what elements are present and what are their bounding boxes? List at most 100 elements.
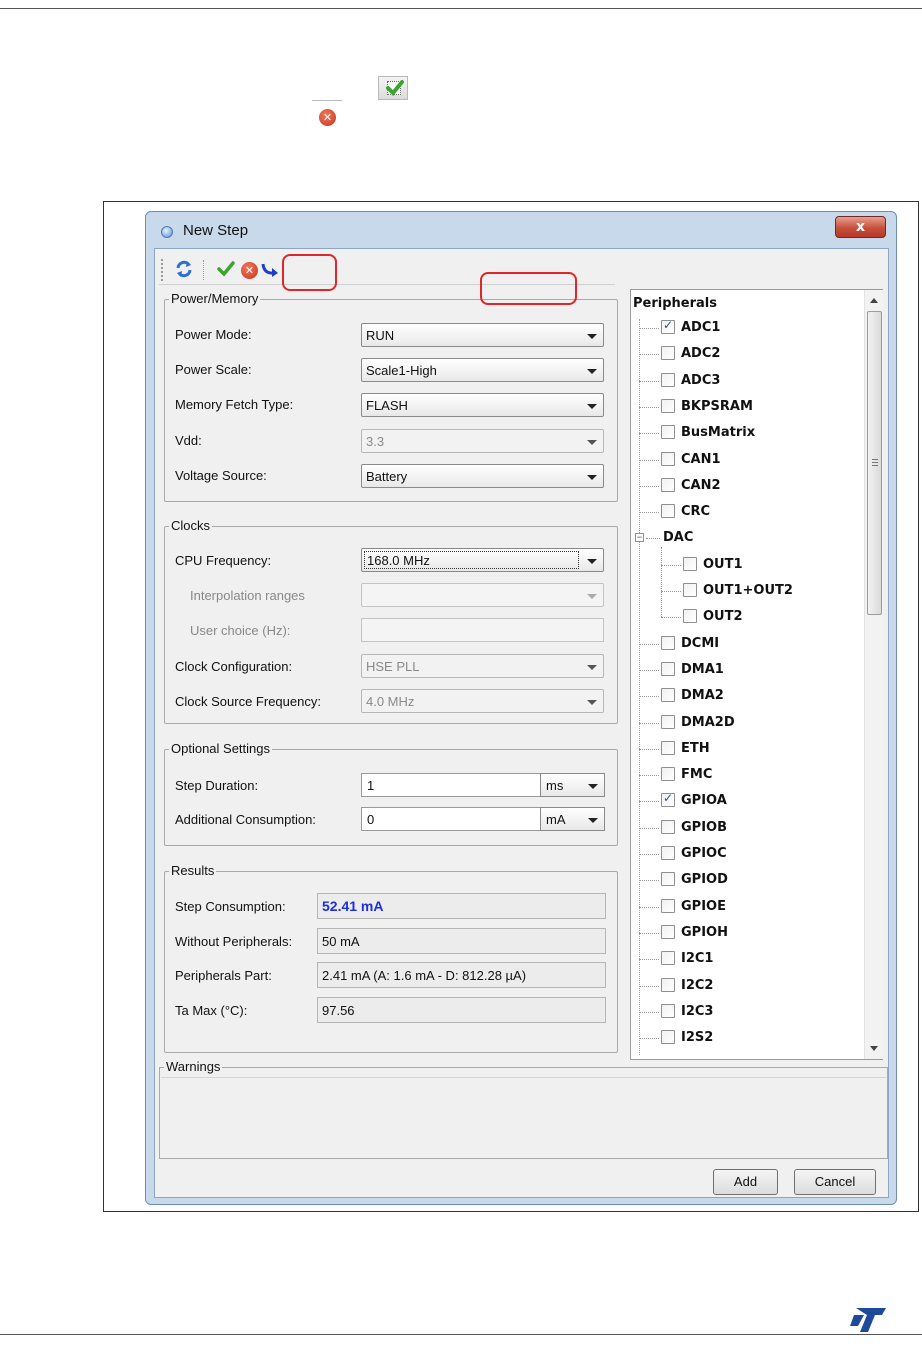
tree-item-i2c3[interactable]: I2C3 [639,1003,839,1021]
toolbar-grip[interactable] [161,259,164,281]
checkbox[interactable] [661,688,675,703]
tree-item-gpiob[interactable]: GPIOB [639,819,839,837]
vdd-select[interactable]: 3.3 [361,429,604,453]
tree-item-out1[interactable]: OUT1 [661,556,861,574]
tree-item-fmc[interactable]: FMC [639,766,839,784]
tree-item-bkpsram[interactable]: BKPSRAM [639,398,839,416]
interpolation-ranges-select[interactable] [361,583,604,607]
checkbox[interactable] [683,583,697,597]
tree-item-i2c2[interactable]: I2C2 [639,977,839,995]
chevron-down-icon [588,784,598,789]
tree-connector [639,485,659,487]
tree-item-dcmi[interactable]: DCMI [639,635,839,653]
check-icon[interactable] [215,259,237,281]
tree-item-busmatrix[interactable]: BusMatrix [639,424,839,442]
checkbox[interactable] [683,556,697,571]
tree-item-adc2[interactable]: ADC2 [639,345,839,363]
checkbox[interactable] [661,819,675,834]
power-mode-select[interactable]: RUN [361,323,604,347]
tree-item-gpiod[interactable]: GPIOD [639,871,839,889]
checkbox[interactable] [661,977,675,992]
user-choice-input[interactable] [361,618,604,642]
checkbox[interactable] [661,504,675,519]
checkbox[interactable] [661,898,675,913]
clock-config-label: Clock Configuration: [175,659,293,674]
tree-connector [639,932,659,934]
step-duration-unit-select[interactable]: ms [540,773,605,797]
checkbox[interactable] [661,661,675,676]
tree-item-adc3[interactable]: ADC3 [639,372,839,390]
tree-item-out2[interactable]: OUT2 [661,608,861,626]
tree-connector [639,354,659,356]
checkbox[interactable] [661,425,675,440]
checkbox[interactable] [661,1003,675,1018]
tree-item-gpioe[interactable]: GPIOE [639,898,839,916]
clock-source-select[interactable]: 4.0 MHz [361,689,604,713]
close-button[interactable]: x [835,216,886,238]
step-duration-input[interactable]: 1 [361,773,541,797]
tree-item-can1[interactable]: CAN1 [639,451,839,469]
tree-item-crc[interactable]: CRC [639,503,839,521]
checkbox[interactable] [661,372,675,387]
tree-item-dma2[interactable]: DMA2 [639,687,839,705]
checkbox[interactable] [661,635,675,650]
tree-item-label: FMC [681,767,713,783]
tree-item-dma2d[interactable]: DMA2D [639,714,839,732]
tree-item-can2[interactable]: CAN2 [639,477,839,495]
checkbox[interactable] [661,346,675,361]
add-button[interactable]: Add [713,1169,778,1195]
voltage-source-select[interactable]: Battery [361,464,604,488]
voltage-source-label: Voltage Source: [175,468,267,483]
checkbox[interactable]: ✓ [661,318,675,334]
tree-item-gpioa[interactable]: ✓ GPIOA [639,791,839,810]
cancel-button[interactable]: Cancel [794,1169,876,1195]
checkbox[interactable] [661,924,675,939]
checkbox[interactable] [661,398,675,413]
tree-item-label: DMA1 [681,661,724,677]
checkbox[interactable] [661,846,675,860]
checkbox[interactable] [661,872,675,887]
checkbox[interactable] [661,951,675,966]
chevron-down-icon [587,665,597,670]
additional-consumption-unit-select[interactable]: mA [540,807,605,831]
group-legend: Optional Settings [169,741,273,756]
tree-item-i2s2[interactable]: I2S2 [639,1029,839,1047]
checkbox[interactable] [683,609,697,624]
import-icon[interactable] [259,259,281,281]
checkbox[interactable] [661,477,675,492]
tree-item-dma1[interactable]: DMA1 [639,661,839,679]
chevron-down-icon [587,404,597,409]
clock-config-select[interactable]: HSE PLL [361,654,604,678]
chevron-down-icon [587,440,597,445]
tree-item-out1-out2[interactable]: OUT1+OUT2 [661,582,861,600]
tree-item-adc1[interactable]: ✓ ADC1 [639,318,839,337]
tree-connector [639,854,659,855]
refresh-icon[interactable] [173,259,195,281]
tree-connector [661,617,681,619]
scroll-down-icon[interactable] [870,1046,878,1051]
memory-fetch-select[interactable]: FLASH [361,393,604,417]
chevron-down-icon [587,559,597,564]
tree-item-i2c1[interactable]: I2C1 [639,950,839,968]
tree-item-gpioh[interactable]: GPIOH [639,924,839,942]
scroll-up-icon[interactable] [870,298,878,303]
interpolation-ranges-label: Interpolation ranges [190,588,305,603]
collapse-icon[interactable]: − [635,533,644,543]
checkbox[interactable]: ✓ [661,791,675,808]
checkbox[interactable] [661,1030,675,1045]
power-scale-select[interactable]: Scale1-High [361,358,604,382]
cpu-frequency-select[interactable]: 168.0 MHz [361,548,604,572]
checkbox[interactable] [661,740,675,755]
tree-item-gpioc[interactable]: GPIOC [639,845,839,863]
checkbox[interactable] [661,451,675,466]
checkbox[interactable] [661,767,675,782]
cpu-frequency-label: CPU Frequency: [175,553,272,568]
cancel-icon[interactable]: ✕ [239,259,261,281]
tree-group-dac[interactable]: − DAC [635,529,839,547]
scroll-thumb[interactable] [867,311,882,615]
step-consumption-value: 52.41 mA [317,893,606,919]
checkbox[interactable] [661,714,675,729]
tree-item-eth[interactable]: ETH [639,740,839,758]
vertical-scrollbar[interactable] [864,290,883,1059]
additional-consumption-input[interactable]: 0 [361,807,541,831]
